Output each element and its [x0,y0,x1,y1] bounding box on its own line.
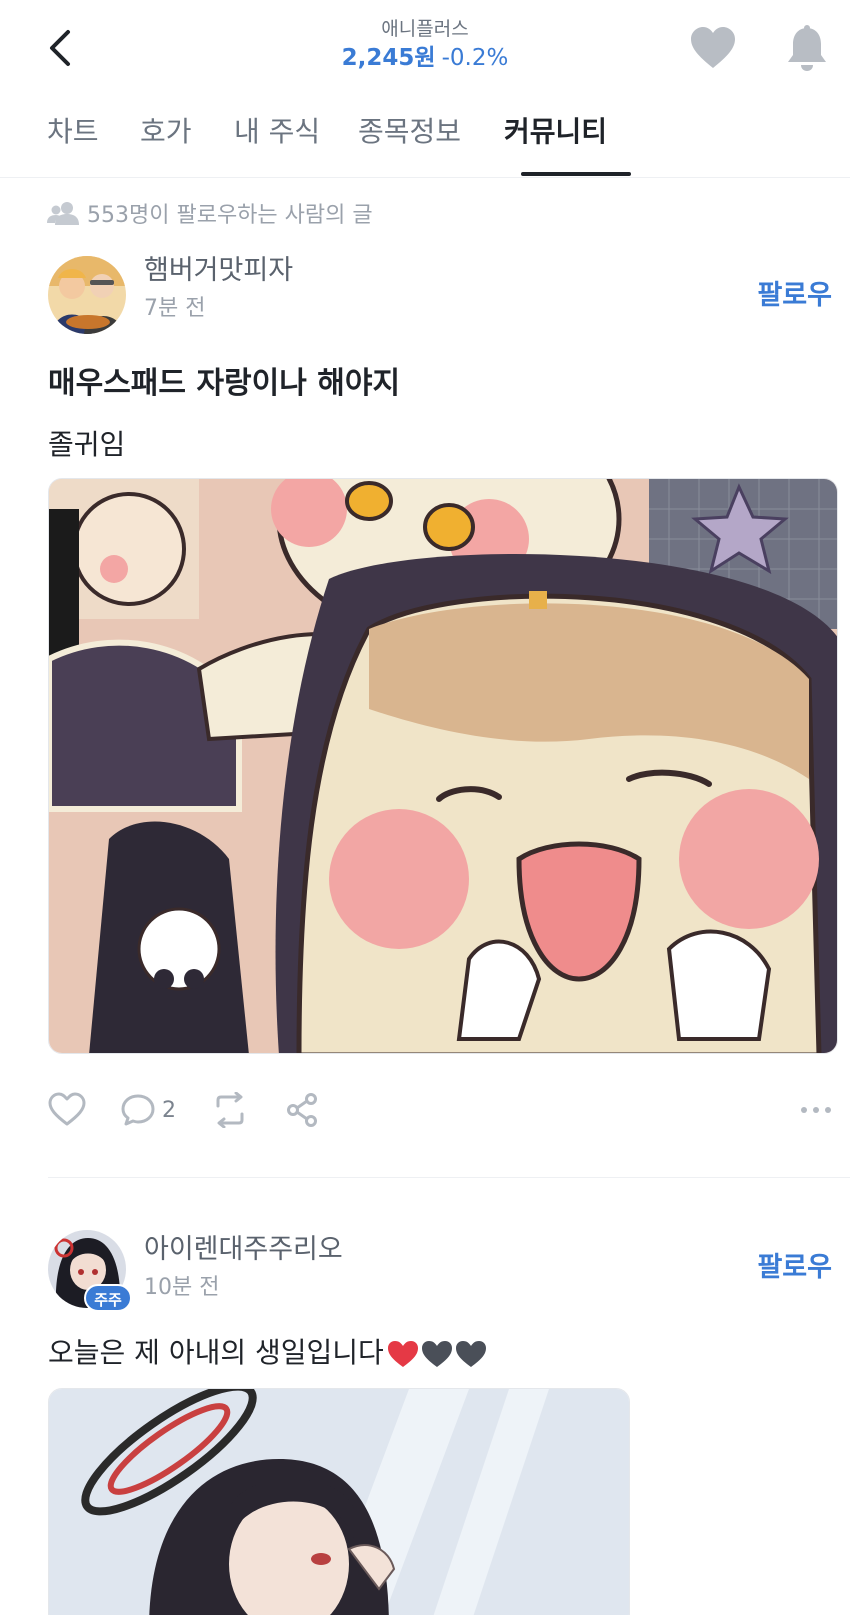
red-heart-icon [387,1341,418,1367]
heart-outline-icon [48,1092,86,1126]
share-icon [287,1093,317,1127]
bell-icon [788,25,826,71]
post-body: 졸귀임 [48,428,126,461]
more-icon [801,1107,831,1113]
tab-community[interactable]: 커뮤니티 [504,112,607,152]
repost-icon [216,1092,244,1128]
post-image[interactable] [48,1388,630,1615]
tab-stock-info[interactable]: 종목정보 [358,112,461,152]
notification-button[interactable] [784,24,830,74]
post-author[interactable]: 햄버거맛피자 [144,253,293,289]
follow-button[interactable]: 팔로우 [757,1250,832,1286]
tab-chart[interactable]: 차트 [47,112,99,152]
post-time: 7분 전 [144,296,206,321]
share-button[interactable] [284,1090,320,1130]
post-actions: 2 [48,1090,838,1130]
top-bar: 애니플러스 2,245원 -0.2% [0,0,850,100]
tab-orderbook[interactable]: 호가 [140,112,192,152]
post-image[interactable] [48,478,838,1054]
stock-price: 2,245원 [341,45,436,71]
avatar-wrap[interactable]: 주주 [48,1230,138,1320]
more-options-button[interactable] [800,1090,832,1130]
favorite-button[interactable] [688,24,738,74]
comment-button[interactable]: 2 [120,1090,176,1130]
avatar[interactable] [48,256,126,334]
post-divider [48,1177,850,1178]
post-author[interactable]: 아이렌대주주리오 [144,1232,343,1268]
tab-bar: 차트 호가 내 주식 종목정보 커뮤니티 [0,100,850,178]
comment-count: 2 [162,1097,176,1123]
tab-my-stocks[interactable]: 내 주식 [234,112,320,152]
heart-emojis [386,1339,488,1369]
heart-icon [691,27,735,68]
dark-heart-icon [421,1341,452,1367]
stock-change: -0.2% [441,45,509,71]
followers-note-text: 553명이 팔로우하는 사람의 글 [87,203,373,228]
post-body-line: 오늘은 제 아내의 생일입니다 [48,1334,488,1372]
shareholder-badge: 주주 [84,1284,132,1312]
post-body: 오늘은 제 아내의 생일입니다 [48,1336,384,1369]
repost-button[interactable] [210,1090,250,1130]
dark-heart-icon [455,1341,486,1367]
comment-icon [121,1094,155,1126]
post-time: 10분 전 [144,1275,220,1300]
active-tab-indicator [521,172,631,176]
like-button[interactable] [48,1090,86,1130]
followers-note: 553명이 팔로우하는 사람의 글 [47,198,373,228]
post-title: 매우스패드 자랑이나 해야지 [48,366,401,401]
people-icon [47,202,79,225]
follow-button[interactable]: 팔로우 [757,278,832,314]
